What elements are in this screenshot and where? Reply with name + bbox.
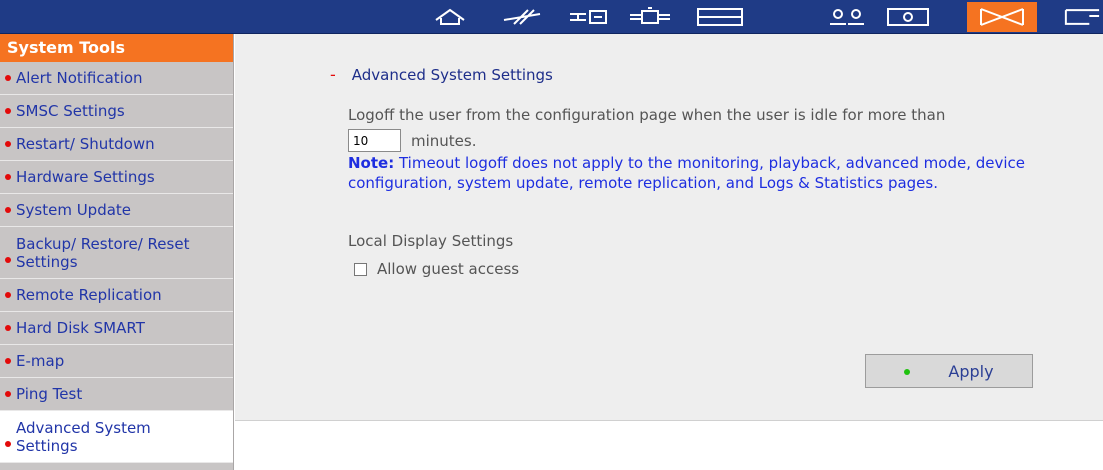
bullet-icon — [5, 358, 11, 364]
bullet-icon — [5, 141, 11, 147]
sidebar-item-label: Restart/ Shutdown — [16, 135, 155, 153]
bullet-icon — [5, 441, 11, 447]
bullet-icon — [5, 174, 11, 180]
sidebar-item-label: Hardware Settings — [16, 168, 155, 186]
sidebar: System Tools Alert Notification SMSC Set… — [0, 34, 234, 470]
home-icon[interactable] — [420, 2, 480, 32]
sidebar-item-hard-disk-smart[interactable]: Hard Disk SMART — [0, 312, 233, 345]
sidebar-item-label: Advanced System Settings — [16, 418, 151, 455]
local-display-settings-title: Local Display Settings — [348, 232, 514, 250]
bullet-icon — [5, 325, 11, 331]
section-title: - Advanced System Settings — [330, 65, 553, 84]
main-content: - Advanced System Settings Logoff the us… — [235, 34, 1103, 421]
guest-access-checkbox[interactable] — [354, 262, 367, 276]
sidebar-item-label: Hard Disk SMART — [16, 319, 145, 337]
more-icon[interactable] — [1060, 2, 1103, 32]
sidebar-item-restart-shutdown[interactable]: Restart/ Shutdown — [0, 128, 233, 161]
minutes-row: minutes. — [348, 129, 477, 152]
collapse-dash-icon[interactable]: - — [330, 65, 336, 84]
sidebar-item-hardware-settings[interactable]: Hardware Settings — [0, 161, 233, 194]
apply-button-label: Apply — [948, 361, 994, 381]
bullet-icon — [5, 391, 11, 397]
sidebar-header: System Tools — [0, 34, 233, 62]
sidebar-item-label: System Update — [16, 201, 132, 219]
bullet-icon — [5, 75, 11, 81]
bullet-icon — [5, 257, 11, 263]
status-dot-icon — [904, 369, 910, 375]
sidebar-item-backup-restore-reset[interactable]: Backup/ Restore/ Reset Settings — [0, 227, 233, 279]
sidebar-item-label: Ping Test — [16, 385, 83, 403]
note-text: Timeout logoff does not apply to the mon… — [348, 154, 1026, 192]
network-icon[interactable] — [620, 2, 680, 32]
guest-access-row[interactable]: Allow guest access — [354, 260, 519, 278]
note-label: Note: — [348, 154, 395, 172]
apply-button[interactable]: Apply — [865, 354, 1033, 388]
bullet-icon — [5, 207, 11, 213]
sidebar-item-remote-replication[interactable]: Remote Replication — [0, 279, 233, 312]
timeout-note: Note: Timeout logoff does not apply to t… — [348, 153, 1048, 193]
sidebar-item-label: SMSC Settings — [16, 102, 125, 120]
quick-config-icon[interactable] — [492, 2, 552, 32]
top-toolbar — [0, 0, 1103, 34]
sidebar-item-label: Alert Notification — [16, 69, 143, 87]
sidebar-item-label: Remote Replication — [16, 286, 162, 304]
sidebar-item-e-map[interactable]: E-map — [0, 345, 233, 378]
server-icon[interactable] — [558, 2, 618, 32]
minutes-label: minutes. — [411, 131, 477, 150]
bullet-icon — [5, 292, 11, 298]
sidebar-item-advanced-system-settings[interactable]: Advanced System Settings — [0, 411, 233, 463]
sidebar-item-alert-notification[interactable]: Alert Notification — [0, 62, 233, 95]
sidebar-item-label: E-map — [16, 352, 65, 370]
disk-icon[interactable] — [690, 2, 750, 32]
users-icon[interactable] — [818, 2, 878, 32]
sidebar-item-system-update[interactable]: System Update — [0, 194, 233, 227]
guest-access-label: Allow guest access — [377, 260, 520, 278]
bullet-icon — [5, 108, 11, 114]
mail-icon[interactable] — [967, 2, 1037, 32]
display-icon[interactable] — [878, 2, 938, 32]
idle-logoff-description: Logoff the user from the configuration p… — [348, 106, 946, 124]
idle-minutes-input[interactable] — [348, 129, 401, 152]
sidebar-item-label: Backup/ Restore/ Reset Settings — [16, 234, 190, 271]
sidebar-item-ping-test[interactable]: Ping Test — [0, 378, 233, 411]
sidebar-item-smsc-settings[interactable]: SMSC Settings — [0, 95, 233, 128]
section-title-label: Advanced System Settings — [351, 65, 553, 84]
